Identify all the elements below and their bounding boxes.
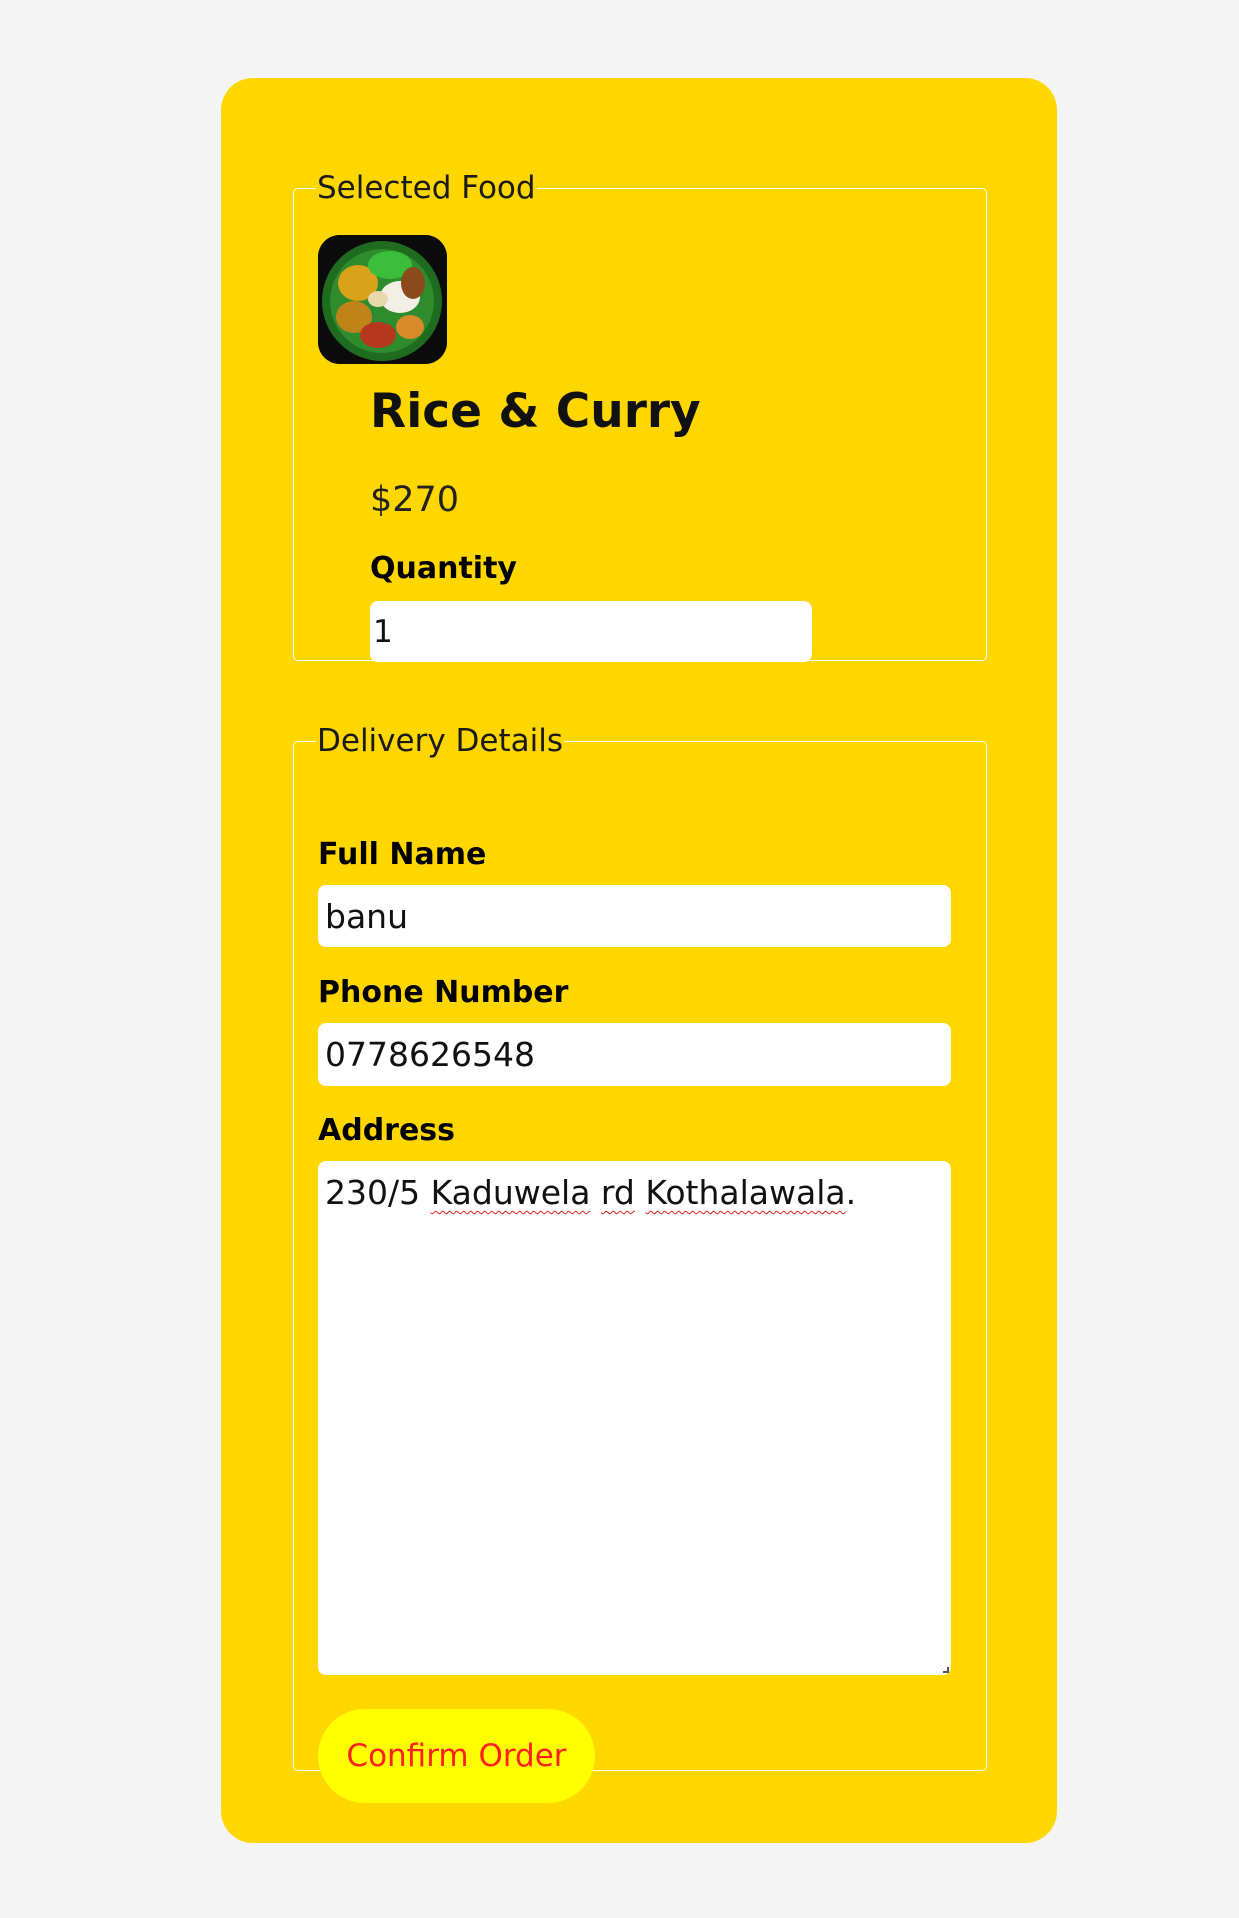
address-label: Address — [318, 1113, 456, 1148]
address-text: 230/5 Kaduwela rd Kothalawala. — [325, 1173, 857, 1212]
phone-number-label: Phone Number — [318, 975, 569, 1010]
full-name-input[interactable]: banu — [318, 885, 951, 947]
confirm-order-button[interactable]: Confirm Order — [318, 1709, 595, 1803]
food-name: Rice & Curry — [370, 384, 701, 439]
quantity-label: Quantity — [370, 551, 517, 586]
spellcheck-word: Kaduwela — [430, 1173, 591, 1212]
order-card: Selected Food Rice & Curry $270 Quantity… — [221, 78, 1057, 1843]
quantity-input[interactable]: 1 — [370, 601, 812, 662]
spellcheck-word: rd — [600, 1173, 635, 1212]
selected-food-section: Selected Food Rice & Curry $270 Quantity… — [293, 170, 987, 662]
full-name-label: Full Name — [318, 837, 487, 872]
delivery-details-legend: Delivery Details — [317, 723, 564, 759]
address-textarea[interactable]: 230/5 Kaduwela rd Kothalawala. — [318, 1161, 951, 1675]
selected-food-legend: Selected Food — [317, 170, 536, 206]
food-price: $270 — [370, 480, 460, 520]
delivery-details-section: Delivery Details Full Name banu Phone Nu… — [293, 723, 987, 1803]
resize-grip-icon[interactable] — [943, 1667, 949, 1673]
phone-number-input[interactable]: 0778626548 — [318, 1023, 951, 1086]
spellcheck-word: Kothalawala — [645, 1173, 846, 1212]
food-image — [318, 235, 447, 364]
